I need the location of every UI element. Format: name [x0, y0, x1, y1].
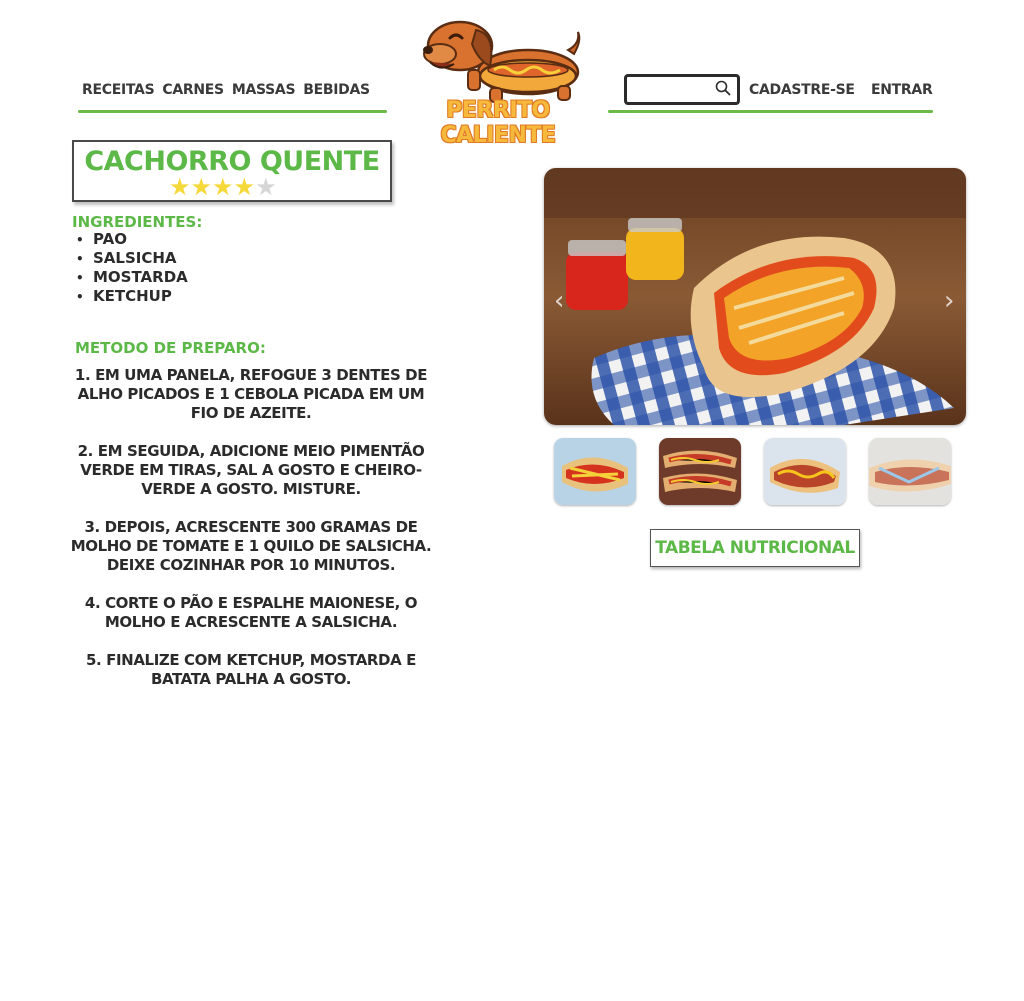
nav-link-carnes[interactable]: Carnes: [162, 82, 224, 98]
chevron-right-icon: ›: [944, 286, 955, 316]
method-steps: 1. Em uma panela, refogue 3 dentes de al…: [68, 366, 434, 708]
ingredient-item: • Mostarda: [76, 268, 188, 287]
bullet-icon: •: [76, 271, 84, 285]
ingredient-label: Mostarda: [93, 268, 188, 286]
hotdog-photo: [544, 168, 966, 425]
nav-link-receitas[interactable]: Receitas: [82, 82, 155, 98]
carousel-main-image[interactable]: [544, 168, 966, 425]
method-step: 3. Depois, acrescente 300 gramas de molh…: [70, 518, 432, 574]
carousel-thumbnail[interactable]: [869, 438, 951, 505]
signup-link[interactable]: Cadastre-se: [749, 82, 855, 98]
carousel-thumbnail[interactable]: [764, 438, 846, 505]
nav-underline-left: [78, 110, 387, 113]
method-step: 5. Finalize com ketchup, mostarda e bata…: [86, 651, 416, 688]
nutrition-table-button[interactable]: Tabela Nutricional: [650, 529, 860, 567]
star-icon[interactable]: ★: [212, 175, 234, 199]
method-heading: Metodo de preparo:: [75, 339, 266, 357]
bullet-icon: •: [76, 290, 84, 304]
method-step: 1. Em uma panela, refogue 3 dentes de al…: [74, 366, 428, 422]
thumbnail-hotdog-image: [554, 438, 636, 505]
method-step: 2. Em seguida, adicione meio pimentão ve…: [77, 442, 425, 498]
login-link[interactable]: Entrar: [871, 82, 933, 98]
bullet-icon: •: [76, 252, 84, 266]
ingredients-list: • Pao • Salsicha • Mostarda • Ketchup: [76, 230, 188, 306]
carousel-thumbnail[interactable]: [554, 438, 636, 505]
ingredient-item: • Salsicha: [76, 249, 188, 268]
nav-link-massas[interactable]: Massas: [232, 82, 296, 98]
dachshund-logo-icon: [423, 20, 581, 103]
star-icon[interactable]: ★: [234, 175, 256, 199]
search-input[interactable]: [633, 77, 717, 100]
ingredient-label: Salsicha: [93, 249, 177, 267]
nav-links: Receitas Carnes Massas Bebidas: [82, 82, 370, 98]
method-step: 4. Corte o pão e espalhe maionese, o mol…: [84, 594, 418, 631]
thumbnail-hotdog-image: [659, 438, 741, 505]
nav-underline-right: [608, 110, 933, 113]
logo-text: Perrito Caliente: [440, 98, 556, 148]
site-logo[interactable]: Perrito Caliente: [398, 10, 598, 148]
ingredient-label: Ketchup: [93, 287, 172, 305]
rating-stars[interactable]: ★ ★ ★ ★ ★: [169, 175, 277, 199]
chevron-left-icon: ‹: [554, 286, 565, 316]
thumbnail-hotdog-image: [869, 438, 951, 505]
thumbnail-hotdog-image: [764, 438, 846, 505]
ingredient-label: Pao: [93, 230, 127, 248]
search-box: [624, 74, 740, 105]
recipe-title-box: Cachorro Quente ★ ★ ★ ★ ★: [72, 140, 392, 202]
star-empty-icon[interactable]: ★: [255, 175, 277, 199]
ingredients-heading: Ingredientes:: [72, 213, 203, 231]
ingredient-item: • Pao: [76, 230, 188, 249]
search-icon[interactable]: [715, 80, 731, 96]
carousel-next-button[interactable]: ›: [944, 286, 954, 316]
star-icon[interactable]: ★: [169, 175, 191, 199]
carousel-prev-button[interactable]: ‹: [554, 286, 564, 316]
star-icon[interactable]: ★: [191, 175, 213, 199]
carousel-thumbnail[interactable]: [659, 438, 741, 505]
bullet-icon: •: [76, 233, 84, 247]
ingredient-item: • Ketchup: [76, 287, 188, 306]
nav-link-bebidas[interactable]: Bebidas: [303, 82, 370, 98]
